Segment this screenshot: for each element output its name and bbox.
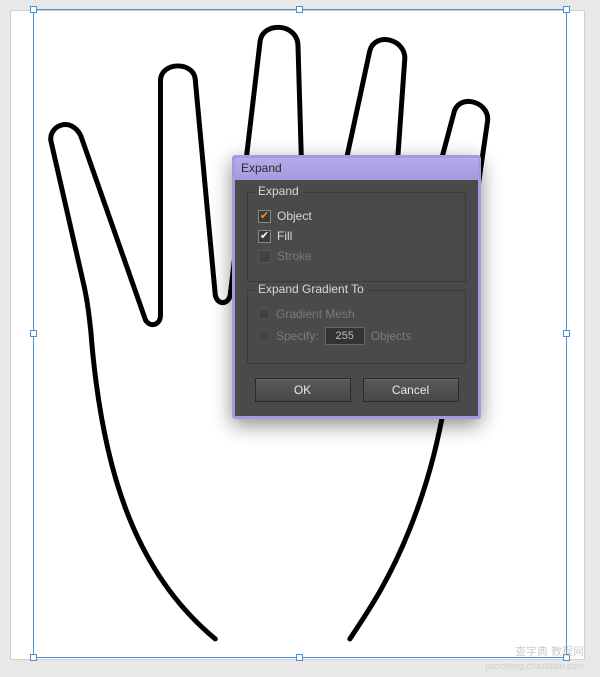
radio-specify <box>258 330 270 342</box>
group-expand: Expand ✔ Object ✔ Fill Stroke <box>247 192 466 282</box>
checkbox-fill[interactable]: ✔ <box>258 230 271 243</box>
group-gradient: Expand Gradient To Gradient Mesh Specify… <box>247 290 466 364</box>
label-gradient-mesh: Gradient Mesh <box>276 307 355 321</box>
row-specify: Specify: 255 Objects <box>258 327 455 345</box>
dialog-title[interactable]: Expand <box>235 158 478 180</box>
expand-dialog: Expand Expand ✔ Object ✔ Fill Stroke Exp… <box>232 155 481 419</box>
selection-handle-mr[interactable] <box>563 330 570 337</box>
row-stroke: Stroke <box>258 249 455 263</box>
row-fill[interactable]: ✔ Fill <box>258 229 455 243</box>
label-specify: Specify: <box>276 329 319 343</box>
dialog-buttons: OK Cancel <box>247 378 466 402</box>
row-object[interactable]: ✔ Object <box>258 209 455 223</box>
selection-handle-bl[interactable] <box>30 654 37 661</box>
group-gradient-label: Expand Gradient To <box>254 282 368 296</box>
ok-button[interactable]: OK <box>255 378 351 402</box>
label-stroke: Stroke <box>277 249 312 263</box>
selection-handle-tm[interactable] <box>296 6 303 13</box>
selection-handle-bm[interactable] <box>296 654 303 661</box>
checkbox-object[interactable]: ✔ <box>258 210 271 223</box>
watermark-sub: jiaocheng.chazidian.com <box>485 661 584 671</box>
label-fill: Fill <box>277 229 292 243</box>
selection-handle-ml[interactable] <box>30 330 37 337</box>
radio-gradient-mesh <box>258 308 270 320</box>
selection-handle-tr[interactable] <box>563 6 570 13</box>
selection-handle-tl[interactable] <box>30 6 37 13</box>
group-expand-label: Expand <box>254 184 303 198</box>
row-gradient-mesh: Gradient Mesh <box>258 307 455 321</box>
dialog-body: Expand ✔ Object ✔ Fill Stroke Expand Gra… <box>235 180 478 416</box>
cancel-button[interactable]: Cancel <box>363 378 459 402</box>
label-object: Object <box>277 209 312 223</box>
input-specify-value: 255 <box>325 327 365 345</box>
checkbox-stroke <box>258 250 271 263</box>
watermark-main: 查字典 教程网 <box>515 643 584 659</box>
label-specify-unit: Objects <box>371 329 412 343</box>
